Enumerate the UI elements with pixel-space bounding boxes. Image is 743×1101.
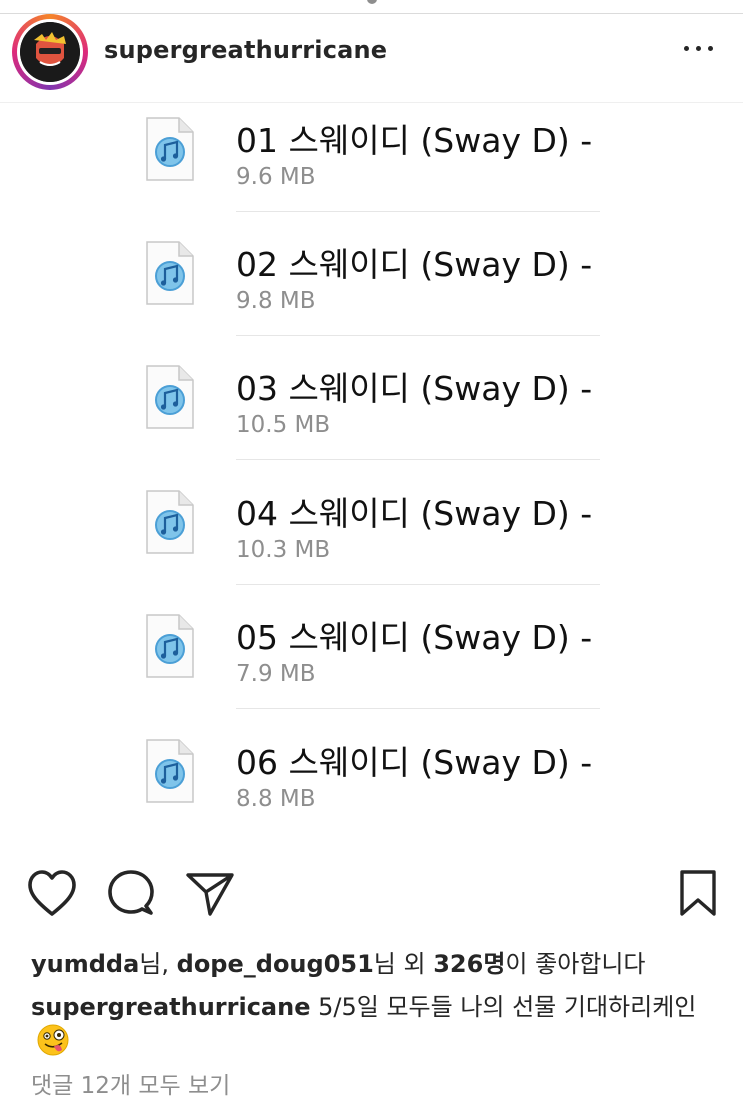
audio-file-icon [146, 117, 194, 181]
top-indicator [367, 0, 377, 4]
audio-file-icon [146, 614, 194, 678]
caption-username[interactable]: supergreathurricane [31, 993, 310, 1021]
comment-bubble-icon[interactable] [106, 868, 156, 922]
audio-file-icon [146, 739, 194, 803]
list-divider [236, 335, 600, 336]
file-size: 9.6 MB [236, 164, 316, 190]
post-header: supergreathurricane [0, 14, 743, 103]
paper-plane-icon[interactable] [185, 868, 235, 922]
list-item[interactable]: 03 스웨이디 (Sway D) - 10.5 MB [0, 362, 743, 486]
liker-username[interactable]: yumdda [31, 950, 139, 978]
audio-file-icon [146, 365, 194, 429]
file-size: 10.5 MB [236, 412, 331, 438]
list-divider [236, 584, 600, 585]
avatar-image [17, 19, 83, 85]
likes-suffix: 이 좋아합니다 [505, 950, 646, 978]
file-name: 03 스웨이디 (Sway D) - [236, 369, 593, 408]
list-divider [236, 459, 600, 460]
file-size: 9.8 MB [236, 288, 316, 314]
post-caption: supergreathurricane 5/5일 모두들 나의 선물 기대하리케… [31, 990, 721, 1059]
likes-summary[interactable]: yumdda님, dope_doug051님 외 326명이 좋아합니다 [31, 944, 646, 979]
heart-icon[interactable] [27, 868, 77, 922]
likes-separator: 님 외 [373, 950, 434, 978]
top-divider [0, 0, 743, 14]
liker-username[interactable]: dope_doug051 [177, 950, 374, 978]
view-all-comments-link[interactable]: 댓글 12개 모두 보기 [31, 1066, 230, 1100]
list-item[interactable]: 04 스웨이디 (Sway D) - 10.3 MB [0, 487, 743, 611]
file-size: 10.3 MB [236, 537, 331, 563]
file-name: 02 스웨이디 (Sway D) - [236, 245, 593, 284]
audio-file-icon [146, 241, 194, 305]
file-name: 04 스웨이디 (Sway D) - [236, 494, 593, 533]
list-item[interactable]: 06 스웨이디 (Sway D) - 8.8 MB [0, 736, 743, 860]
list-item[interactable]: 01 스웨이디 (Sway D) - 9.6 MB [0, 114, 743, 238]
ellipsis-horizontal-icon[interactable] [684, 44, 714, 54]
post-actions [0, 868, 743, 924]
audio-file-icon [146, 490, 194, 554]
post-username[interactable]: supergreathurricane [104, 36, 387, 64]
list-item[interactable]: 05 스웨이디 (Sway D) - 7.9 MB [0, 611, 743, 735]
bookmark-icon[interactable] [676, 868, 726, 922]
list-item[interactable]: 02 스웨이디 (Sway D) - 9.8 MB [0, 238, 743, 362]
avatar-illustration [20, 22, 80, 82]
zany-face-emoji [37, 1024, 69, 1056]
file-name: 05 스웨이디 (Sway D) - [236, 618, 593, 657]
caption-text: 5/5일 모두들 나의 선물 기대하리케인 [310, 993, 697, 1021]
file-size: 8.8 MB [236, 786, 316, 812]
file-name: 01 스웨이디 (Sway D) - [236, 121, 593, 160]
file-size: 7.9 MB [236, 661, 316, 687]
likes-separator: 님, [139, 950, 177, 978]
file-name: 06 스웨이디 (Sway D) - [236, 743, 593, 782]
list-divider [236, 211, 600, 212]
avatar[interactable] [12, 14, 88, 90]
list-divider [236, 708, 600, 709]
likes-count[interactable]: 326명 [433, 950, 505, 978]
